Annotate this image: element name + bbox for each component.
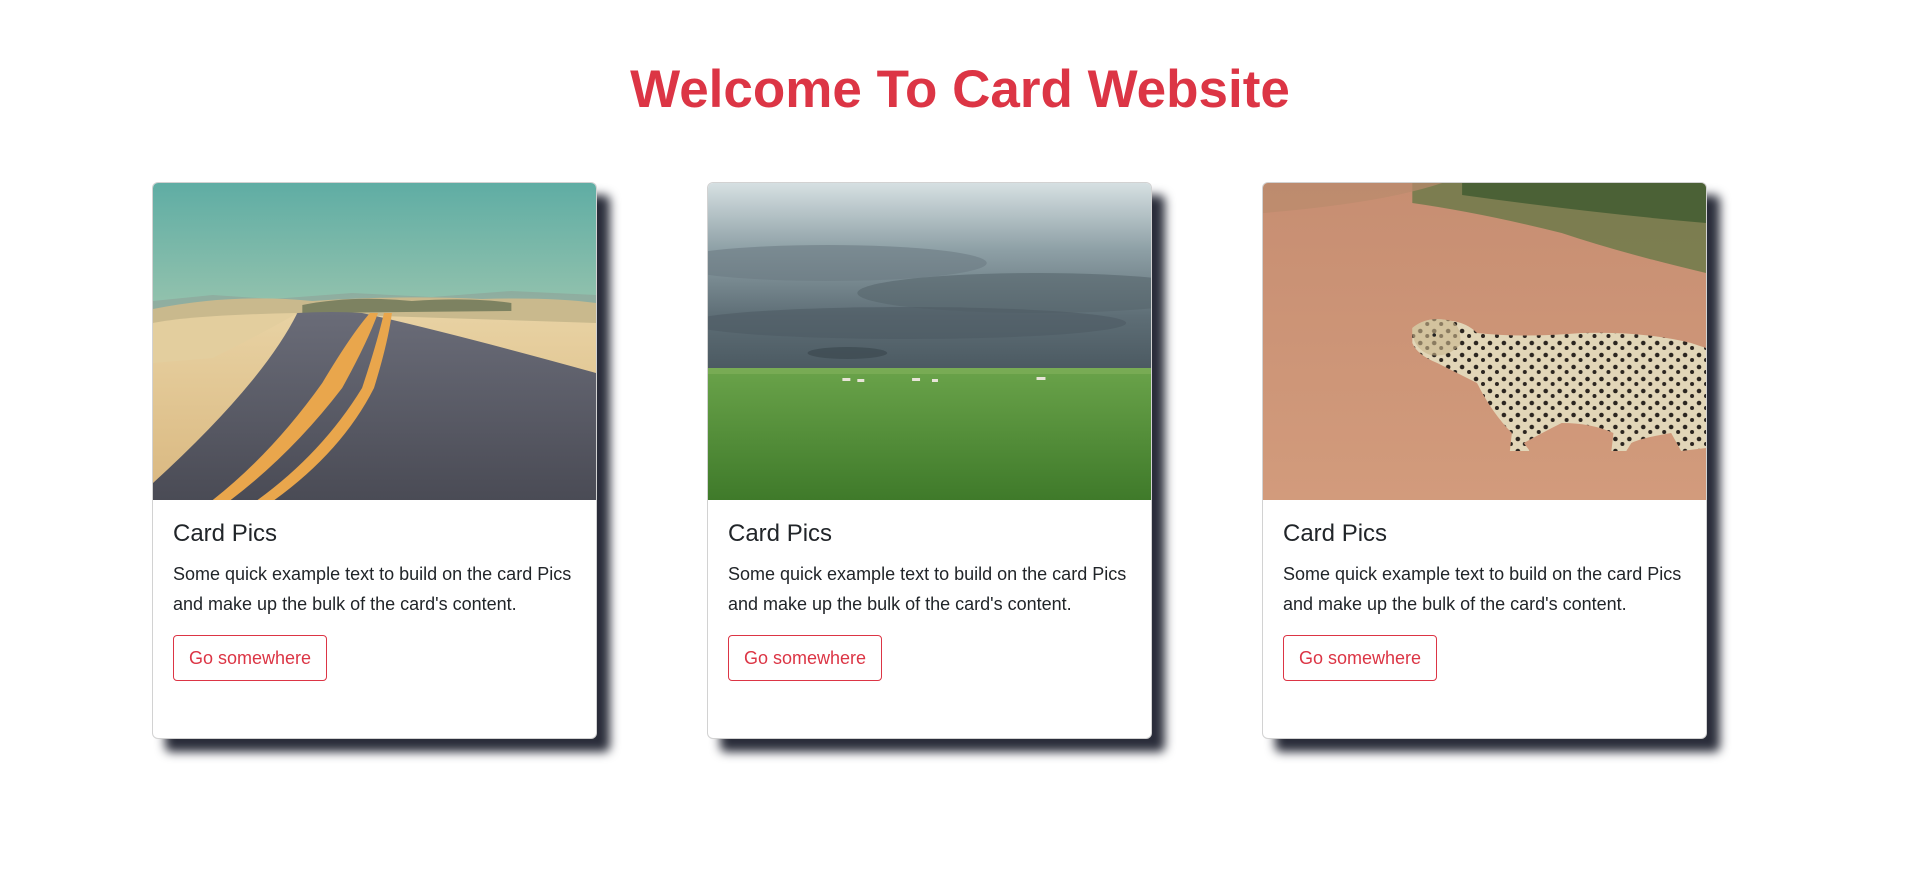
grassland-image: [708, 183, 1151, 500]
card-text: Some quick example text to build on the …: [728, 563, 1127, 614]
card-title: Card Pics: [728, 520, 833, 547]
card: Card Pics Some quick example text to bui…: [152, 182, 597, 739]
go-somewhere-button[interactable]: Go somewhere: [728, 634, 883, 681]
card-body: Card Pics Some quick example text to bui…: [708, 500, 1151, 701]
go-somewhere-button[interactable]: Go somewhere: [1283, 634, 1438, 681]
card-title: Card Pics: [173, 520, 278, 547]
card-body: Card Pics Some quick example text to bui…: [1263, 500, 1706, 701]
card-title: Card Pics: [1283, 520, 1388, 547]
page-title: Welcome To Card Website: [630, 60, 1290, 119]
card-row: Card Pics Some quick example text to bui…: [152, 182, 1712, 742]
card-text: Some quick example text to build on the …: [173, 563, 572, 614]
card-body: Card Pics Some quick example text to bui…: [153, 500, 596, 701]
card-text: Some quick example text to build on the …: [1283, 563, 1682, 614]
card: Card Pics Some quick example text to bui…: [707, 182, 1152, 739]
leopard-image: [1263, 183, 1706, 500]
desert-road-image: [153, 183, 596, 500]
go-somewhere-button[interactable]: Go somewhere: [173, 634, 328, 681]
card: Card Pics Some quick example text to bui…: [1262, 182, 1707, 739]
